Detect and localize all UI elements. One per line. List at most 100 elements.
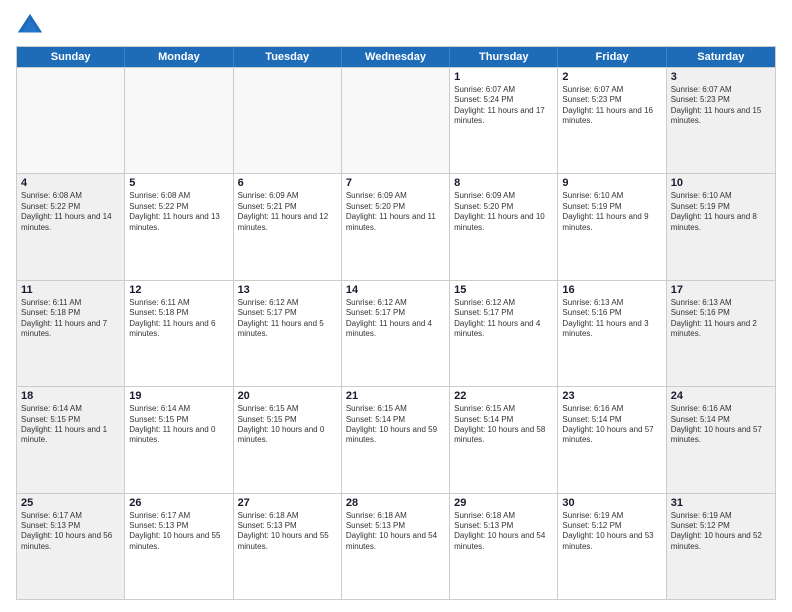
calendar-cell: 6 Sunrise: 6:09 AMSunset: 5:21 PMDaylight… <box>234 174 342 279</box>
day-info: Sunrise: 6:13 AMSunset: 5:16 PMDaylight:… <box>562 298 661 340</box>
day-number: 28 <box>346 497 445 509</box>
calendar-cell: 22 Sunrise: 6:15 AMSunset: 5:14 PMDayligh… <box>450 387 558 492</box>
calendar-cell: 15 Sunrise: 6:12 AMSunset: 5:17 PMDayligh… <box>450 281 558 386</box>
weekday-header: Monday <box>125 47 233 67</box>
calendar-cell: 9Sunrise: 6:10 AMSunset: 5:19 PMDaylight… <box>558 174 666 279</box>
calendar-cell: 1Sunrise: 6:07 AMSunset: 5:24 PMDaylight… <box>450 68 558 173</box>
day-info: Sunrise: 6:09 AMSunset: 5:20 PMDaylight:… <box>454 191 553 233</box>
calendar-cell: 31 Sunrise: 6:19 AMSunset: 5:12 PMDayligh… <box>667 494 775 599</box>
calendar-cell <box>17 68 125 173</box>
day-info: Sunrise: 6:14 AMSunset: 5:15 PMDaylight:… <box>21 404 120 446</box>
calendar-cell: 16 Sunrise: 6:13 AMSunset: 5:16 PMDayligh… <box>558 281 666 386</box>
weekday-header: Tuesday <box>234 47 342 67</box>
calendar-cell: 13 Sunrise: 6:12 AMSunset: 5:17 PMDayligh… <box>234 281 342 386</box>
day-info: Sunrise: 6:12 AMSunset: 5:17 PMDaylight:… <box>346 298 445 340</box>
calendar-cell: 3 Sunrise: 6:07 AMSunset: 5:23 PMDaylight… <box>667 68 775 173</box>
calendar-cell: 28Sunrise: 6:18 AMSunset: 5:13 PMDayligh… <box>342 494 450 599</box>
day-number: 2 <box>562 71 661 83</box>
day-number: 11 <box>21 284 120 296</box>
day-info: Sunrise: 6:12 AMSunset: 5:17 PMDaylight:… <box>238 298 337 340</box>
day-number: 22 <box>454 390 553 402</box>
weekday-header: Friday <box>558 47 666 67</box>
day-info: Sunrise: 6:11 AMSunset: 5:18 PMDaylight:… <box>129 298 228 340</box>
day-info: Sunrise: 6:19 AMSunset: 5:12 PMDaylight:… <box>671 511 771 553</box>
calendar-header: SundayMondayTuesdayWednesdayThursdayFrid… <box>17 47 775 67</box>
calendar-cell <box>342 68 450 173</box>
calendar-cell <box>234 68 342 173</box>
day-number: 27 <box>238 497 337 509</box>
calendar-cell: 5 Sunrise: 6:08 AMSunset: 5:22 PMDaylight… <box>125 174 233 279</box>
day-info: Sunrise: 6:19 AMSunset: 5:12 PMDaylight:… <box>562 511 661 553</box>
calendar-cell: 23 Sunrise: 6:16 AMSunset: 5:14 PMDayligh… <box>558 387 666 492</box>
day-number: 4 <box>21 177 120 189</box>
day-info: Sunrise: 6:12 AMSunset: 5:17 PMDaylight:… <box>454 298 553 340</box>
day-number: 20 <box>238 390 337 402</box>
calendar-cell: 10 Sunrise: 6:10 AMSunset: 5:19 PMDayligh… <box>667 174 775 279</box>
calendar-cell: 26Sunrise: 6:17 AMSunset: 5:13 PMDayligh… <box>125 494 233 599</box>
day-info: Sunrise: 6:18 AMSunset: 5:13 PMDaylight:… <box>238 511 337 553</box>
day-info: Sunrise: 6:13 AMSunset: 5:16 PMDaylight:… <box>671 298 771 340</box>
day-info: Sunrise: 6:17 AMSunset: 5:13 PMDaylight:… <box>21 511 120 553</box>
day-info: Sunrise: 6:07 AMSunset: 5:24 PMDaylight:… <box>454 85 553 127</box>
weekday-header: Wednesday <box>342 47 450 67</box>
day-info: Sunrise: 6:07 AMSunset: 5:23 PMDaylight:… <box>562 85 661 127</box>
calendar-cell: 18Sunrise: 6:14 AMSunset: 5:15 PMDayligh… <box>17 387 125 492</box>
calendar-cell: 27 Sunrise: 6:18 AMSunset: 5:13 PMDayligh… <box>234 494 342 599</box>
day-info: Sunrise: 6:15 AMSunset: 5:14 PMDaylight:… <box>454 404 553 446</box>
day-info: Sunrise: 6:09 AMSunset: 5:21 PMDaylight:… <box>238 191 337 233</box>
weekday-header: Thursday <box>450 47 558 67</box>
day-info: Sunrise: 6:16 AMSunset: 5:14 PMDaylight:… <box>671 404 771 446</box>
day-number: 9 <box>562 177 661 189</box>
day-number: 15 <box>454 284 553 296</box>
day-number: 25 <box>21 497 120 509</box>
calendar-body: 1Sunrise: 6:07 AMSunset: 5:24 PMDaylight… <box>17 67 775 599</box>
day-number: 8 <box>454 177 553 189</box>
day-number: 12 <box>129 284 228 296</box>
calendar-cell: 21 Sunrise: 6:15 AMSunset: 5:14 PMDayligh… <box>342 387 450 492</box>
day-info: Sunrise: 6:14 AMSunset: 5:15 PMDaylight:… <box>129 404 228 446</box>
calendar-cell: 20 Sunrise: 6:15 AMSunset: 5:15 PMDayligh… <box>234 387 342 492</box>
calendar-row: 11 Sunrise: 6:11 AMSunset: 5:18 PMDayligh… <box>17 280 775 386</box>
calendar-cell: 7Sunrise: 6:09 AMSunset: 5:20 PMDaylight… <box>342 174 450 279</box>
calendar-cell: 4Sunrise: 6:08 AMSunset: 5:22 PMDaylight… <box>17 174 125 279</box>
day-number: 6 <box>238 177 337 189</box>
calendar-cell: 19 Sunrise: 6:14 AMSunset: 5:15 PMDayligh… <box>125 387 233 492</box>
day-info: Sunrise: 6:18 AMSunset: 5:13 PMDaylight:… <box>454 511 553 553</box>
day-number: 19 <box>129 390 228 402</box>
day-number: 16 <box>562 284 661 296</box>
day-info: Sunrise: 6:07 AMSunset: 5:23 PMDaylight:… <box>671 85 771 127</box>
day-number: 29 <box>454 497 553 509</box>
weekday-header: Sunday <box>17 47 125 67</box>
logo-icon <box>16 12 44 40</box>
day-info: Sunrise: 6:16 AMSunset: 5:14 PMDaylight:… <box>562 404 661 446</box>
day-number: 5 <box>129 177 228 189</box>
calendar-cell: 12 Sunrise: 6:11 AMSunset: 5:18 PMDayligh… <box>125 281 233 386</box>
day-number: 31 <box>671 497 771 509</box>
day-number: 13 <box>238 284 337 296</box>
day-number: 10 <box>671 177 771 189</box>
day-number: 7 <box>346 177 445 189</box>
day-number: 21 <box>346 390 445 402</box>
calendar-cell: 29 Sunrise: 6:18 AMSunset: 5:13 PMDayligh… <box>450 494 558 599</box>
calendar-row: 4 Sunrise: 6:08 AMSunset: 5:22 PMDaylight… <box>17 173 775 279</box>
day-info: Sunrise: 6:15 AMSunset: 5:14 PMDaylight:… <box>346 404 445 446</box>
calendar: SundayMondayTuesdayWednesdayThursdayFrid… <box>16 46 776 600</box>
day-number: 14 <box>346 284 445 296</box>
day-info: Sunrise: 6:17 AMSunset: 5:13 PMDaylight:… <box>129 511 228 553</box>
day-number: 3 <box>671 71 771 83</box>
day-number: 30 <box>562 497 661 509</box>
day-info: Sunrise: 6:11 AMSunset: 5:18 PMDaylight:… <box>21 298 120 340</box>
calendar-cell <box>125 68 233 173</box>
day-info: Sunrise: 6:08 AMSunset: 5:22 PMDaylight:… <box>129 191 228 233</box>
weekday-header: Saturday <box>667 47 775 67</box>
day-info: Sunrise: 6:10 AMSunset: 5:19 PMDaylight:… <box>671 191 771 233</box>
calendar-cell: 24Sunrise: 6:16 AMSunset: 5:14 PMDayligh… <box>667 387 775 492</box>
logo <box>16 12 48 40</box>
calendar-row: 18Sunrise: 6:14 AMSunset: 5:15 PMDayligh… <box>17 386 775 492</box>
calendar-cell: 30 Sunrise: 6:19 AMSunset: 5:12 PMDayligh… <box>558 494 666 599</box>
day-number: 23 <box>562 390 661 402</box>
day-info: Sunrise: 6:15 AMSunset: 5:15 PMDaylight:… <box>238 404 337 446</box>
calendar-cell: 8 Sunrise: 6:09 AMSunset: 5:20 PMDaylight… <box>450 174 558 279</box>
page: SundayMondayTuesdayWednesdayThursdayFrid… <box>0 0 792 612</box>
calendar-row: 25 Sunrise: 6:17 AMSunset: 5:13 PMDayligh… <box>17 493 775 599</box>
